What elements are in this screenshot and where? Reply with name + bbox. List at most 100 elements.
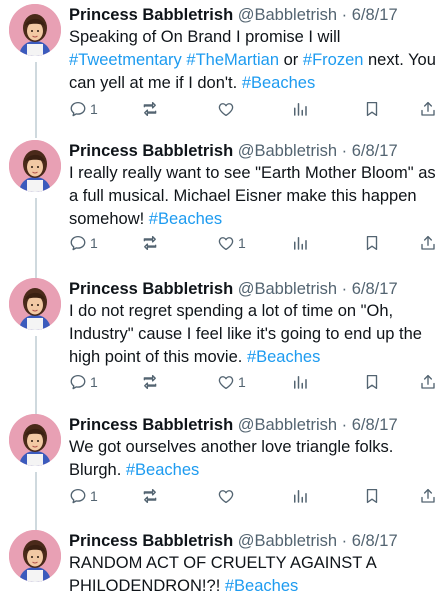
- reply-button[interactable]: 1: [69, 232, 98, 254]
- separator-dot: ·: [341, 280, 348, 298]
- tweet-text-segment: I really really want to see "Earth Mothe…: [69, 164, 436, 228]
- share-button[interactable]: [419, 371, 437, 393]
- like-button[interactable]: 1: [217, 371, 246, 393]
- reply-icon: [69, 100, 87, 118]
- reply-button[interactable]: 1: [69, 371, 98, 393]
- tweet-date[interactable]: 6/8/17: [352, 6, 398, 24]
- handle[interactable]: @Babbletrish: [238, 6, 337, 24]
- bookmark-button[interactable]: [363, 232, 381, 254]
- hashtag-link[interactable]: #Beaches: [126, 461, 199, 479]
- retweet-button[interactable]: [141, 232, 162, 254]
- views-button[interactable]: [291, 371, 309, 393]
- tweet[interactable]: Princess Babbletrish @Babbletrish · 6/8/…: [0, 278, 442, 418]
- share-icon: [419, 100, 437, 118]
- tweet-text: Speaking of On Brand I promise I will #T…: [69, 26, 441, 95]
- hashtag-link[interactable]: #Beaches: [225, 577, 298, 595]
- tweet-text-segment: RANDOM ACT OF CRUELTY AGAINST A PHILODEN…: [69, 554, 376, 595]
- hashtag-link[interactable]: #Tweetmentary: [69, 51, 182, 69]
- share-button[interactable]: [419, 485, 437, 507]
- views-icon: [291, 487, 309, 505]
- bookmark-button[interactable]: [363, 371, 381, 393]
- hashtag-link[interactable]: #Frozen: [303, 51, 364, 69]
- tweet[interactable]: Princess Babbletrish @Babbletrish · 6/8/…: [0, 530, 442, 600]
- retweet-icon: [141, 100, 159, 118]
- like-icon: [217, 487, 235, 505]
- tweet-header: Princess Babbletrish @Babbletrish · 6/8/…: [69, 140, 441, 162]
- share-icon: [419, 234, 437, 252]
- thread-line: [35, 198, 37, 282]
- thread-line: [35, 118, 37, 138]
- share-button[interactable]: [419, 98, 437, 120]
- like-count: 1: [238, 374, 246, 390]
- tweet[interactable]: Princess Babbletrish @Babbletrish · 6/8/…: [0, 4, 442, 126]
- bookmark-icon: [363, 100, 381, 118]
- tweet-thread: Princess Babbletrish @Babbletrish · 6/8/…: [0, 0, 442, 600]
- retweet-button[interactable]: [141, 485, 162, 507]
- tweet-date[interactable]: 6/8/17: [352, 142, 398, 160]
- avatar[interactable]: [9, 4, 61, 56]
- hashtag-link[interactable]: #TheMartian: [186, 51, 279, 69]
- like-button[interactable]: [217, 98, 238, 120]
- like-icon: [217, 234, 235, 252]
- handle[interactable]: @Babbletrish: [238, 416, 337, 434]
- hashtag-link[interactable]: #Beaches: [242, 74, 315, 92]
- avatar-image: [9, 414, 61, 466]
- views-button[interactable]: [291, 485, 309, 507]
- hashtag-link[interactable]: #Beaches: [247, 348, 320, 366]
- thread-line: [35, 62, 37, 126]
- retweet-icon: [141, 373, 159, 391]
- views-button[interactable]: [291, 98, 309, 120]
- display-name[interactable]: Princess Babbletrish: [69, 6, 233, 24]
- views-icon: [291, 234, 309, 252]
- handle[interactable]: @Babbletrish: [238, 142, 337, 160]
- hashtag-link[interactable]: #Beaches: [149, 210, 222, 228]
- reply-count: 1: [90, 101, 98, 117]
- like-icon: [217, 373, 235, 391]
- like-button[interactable]: 1: [217, 232, 246, 254]
- views-icon: [291, 373, 309, 391]
- handle[interactable]: @Babbletrish: [238, 532, 337, 550]
- separator-dot: ·: [341, 416, 348, 434]
- tweet-date[interactable]: 6/8/17: [352, 280, 398, 298]
- avatar[interactable]: [9, 278, 61, 330]
- reply-icon: [69, 373, 87, 391]
- handle[interactable]: @Babbletrish: [238, 280, 337, 298]
- like-icon: [217, 100, 235, 118]
- reply-icon: [69, 234, 87, 252]
- bookmark-icon: [363, 234, 381, 252]
- retweet-button[interactable]: [141, 371, 162, 393]
- bookmark-button[interactable]: [363, 98, 381, 120]
- separator-dot: ·: [341, 6, 348, 24]
- avatar[interactable]: [9, 140, 61, 192]
- display-name[interactable]: Princess Babbletrish: [69, 280, 233, 298]
- tweet-text-segment: We got ourselves another love triangle f…: [69, 438, 394, 479]
- retweet-icon: [141, 234, 159, 252]
- reply-button[interactable]: 1: [69, 485, 98, 507]
- tweet-text-segment: Speaking of On Brand I promise I will: [69, 28, 341, 46]
- display-name[interactable]: Princess Babbletrish: [69, 532, 233, 550]
- tweet-date[interactable]: 6/8/17: [352, 416, 398, 434]
- display-name[interactable]: Princess Babbletrish: [69, 142, 233, 160]
- tweet[interactable]: Princess Babbletrish @Babbletrish · 6/8/…: [0, 118, 442, 282]
- display-name[interactable]: Princess Babbletrish: [69, 416, 233, 434]
- thread-line: [35, 336, 37, 418]
- reply-count: 1: [90, 235, 98, 251]
- bookmark-icon: [363, 373, 381, 391]
- share-button[interactable]: [419, 232, 437, 254]
- tweet-header: Princess Babbletrish @Babbletrish · 6/8/…: [69, 278, 441, 300]
- views-icon: [291, 100, 309, 118]
- retweet-button[interactable]: [141, 98, 162, 120]
- tweet[interactable]: Princess Babbletrish @Babbletrish · 6/8/…: [0, 414, 442, 534]
- separator-dot: ·: [341, 532, 348, 550]
- reply-button[interactable]: 1: [69, 98, 98, 120]
- like-button[interactable]: [217, 485, 238, 507]
- action-bar: 1 1: [69, 371, 441, 395]
- bookmark-button[interactable]: [363, 485, 381, 507]
- thread-line: [35, 472, 37, 534]
- tweet-date[interactable]: 6/8/17: [352, 532, 398, 550]
- avatar[interactable]: [9, 414, 61, 466]
- avatar[interactable]: [9, 530, 61, 582]
- views-button[interactable]: [291, 232, 309, 254]
- tweet-header: Princess Babbletrish @Babbletrish · 6/8/…: [69, 414, 441, 436]
- tweet-text: We got ourselves another love triangle f…: [69, 436, 441, 482]
